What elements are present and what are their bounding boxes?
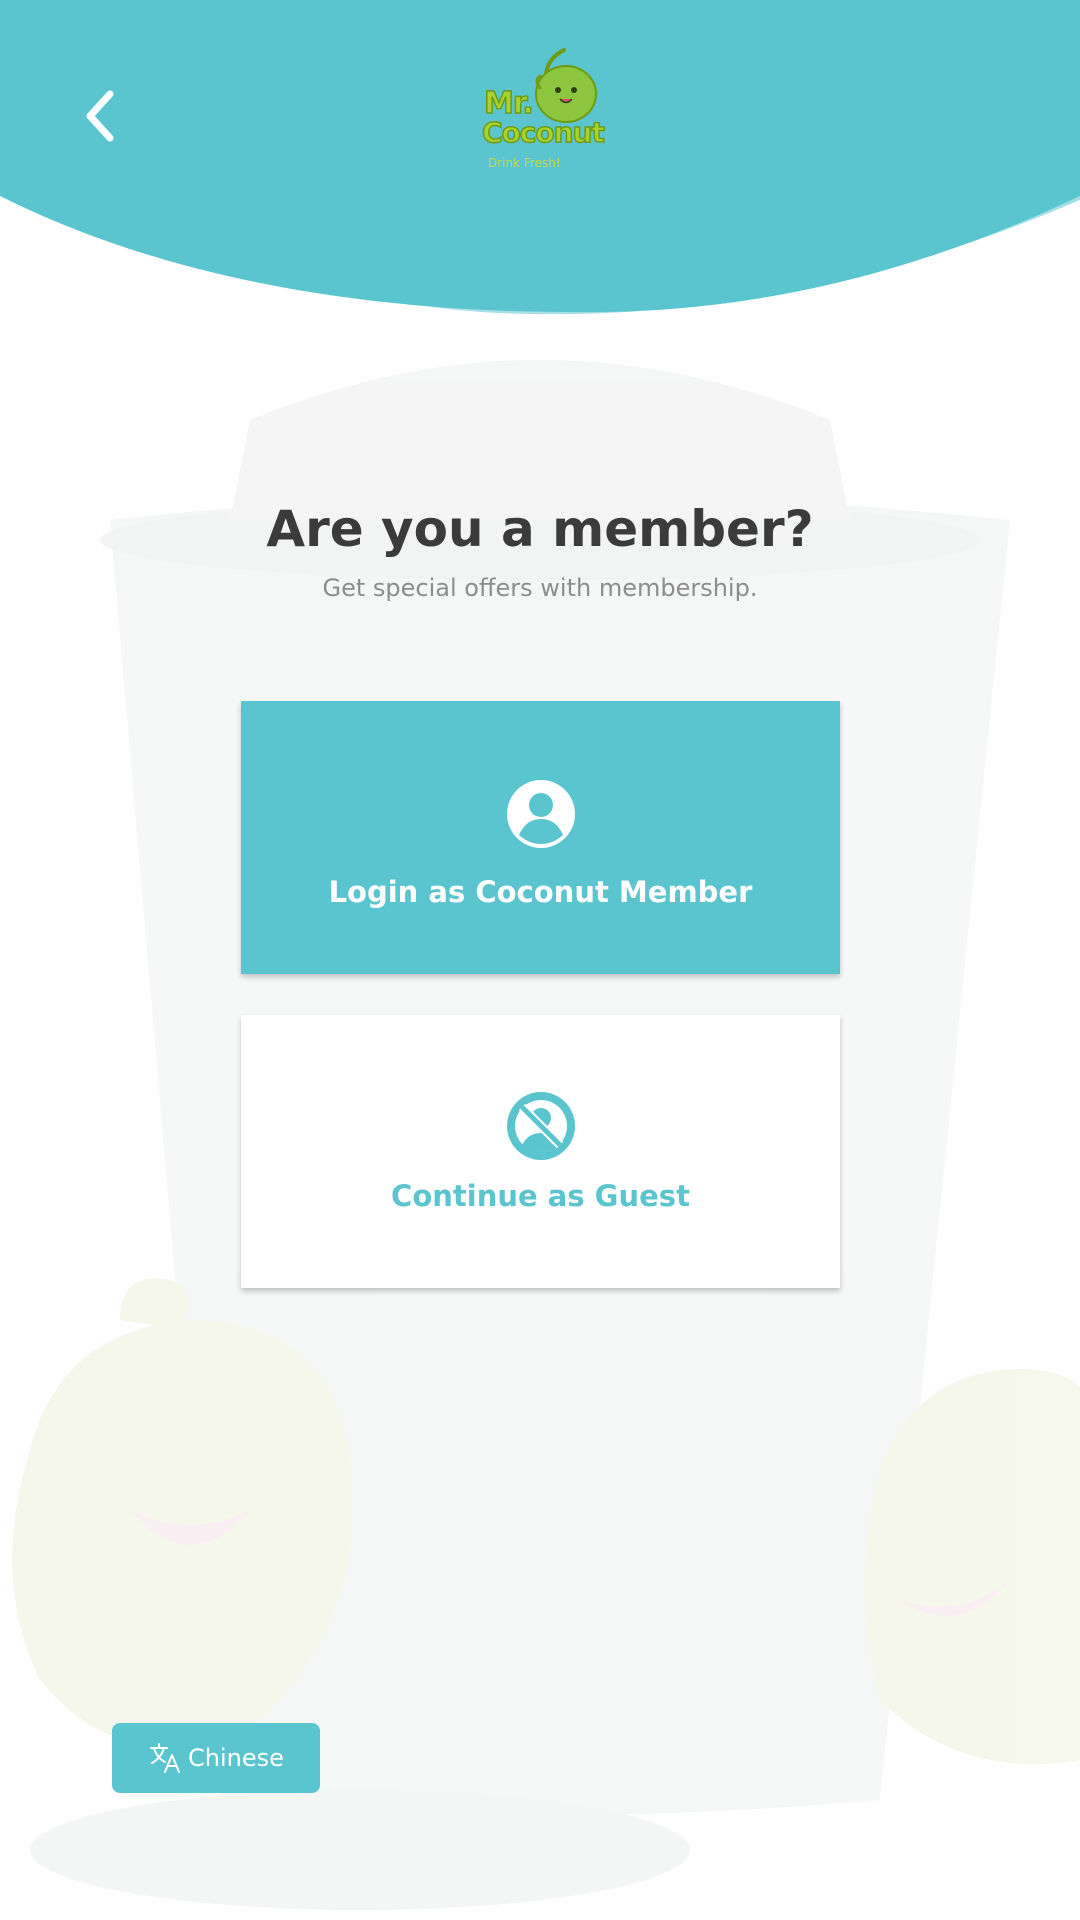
member-selection-screen: Mr. Coconut Drink Fresh! Are you a membe… xyxy=(0,0,1080,1920)
logo-text-line2: Coconut xyxy=(481,115,605,150)
translate-icon xyxy=(150,1743,181,1773)
user-circle-icon xyxy=(507,780,575,848)
continue-guest-button[interactable]: Continue as Guest xyxy=(241,1015,840,1288)
mr-coconut-logo: Mr. Coconut Drink Fresh! xyxy=(478,44,606,178)
login-member-button[interactable]: Login as Coconut Member xyxy=(241,701,840,974)
login-member-label: Login as Coconut Member xyxy=(328,875,753,909)
continue-guest-label: Continue as Guest xyxy=(391,1179,690,1213)
no-user-icon xyxy=(507,1092,575,1160)
page-subtitle: Get special offers with membership. xyxy=(322,574,758,602)
language-switch-button[interactable]: Chinese xyxy=(112,1723,320,1793)
back-button[interactable] xyxy=(72,84,136,148)
page-title: Are you a member? xyxy=(266,500,814,558)
chevron-left-icon xyxy=(86,90,114,142)
logo-tagline: Drink Fresh! xyxy=(488,156,561,170)
language-switch-label: Chinese xyxy=(188,1744,284,1772)
